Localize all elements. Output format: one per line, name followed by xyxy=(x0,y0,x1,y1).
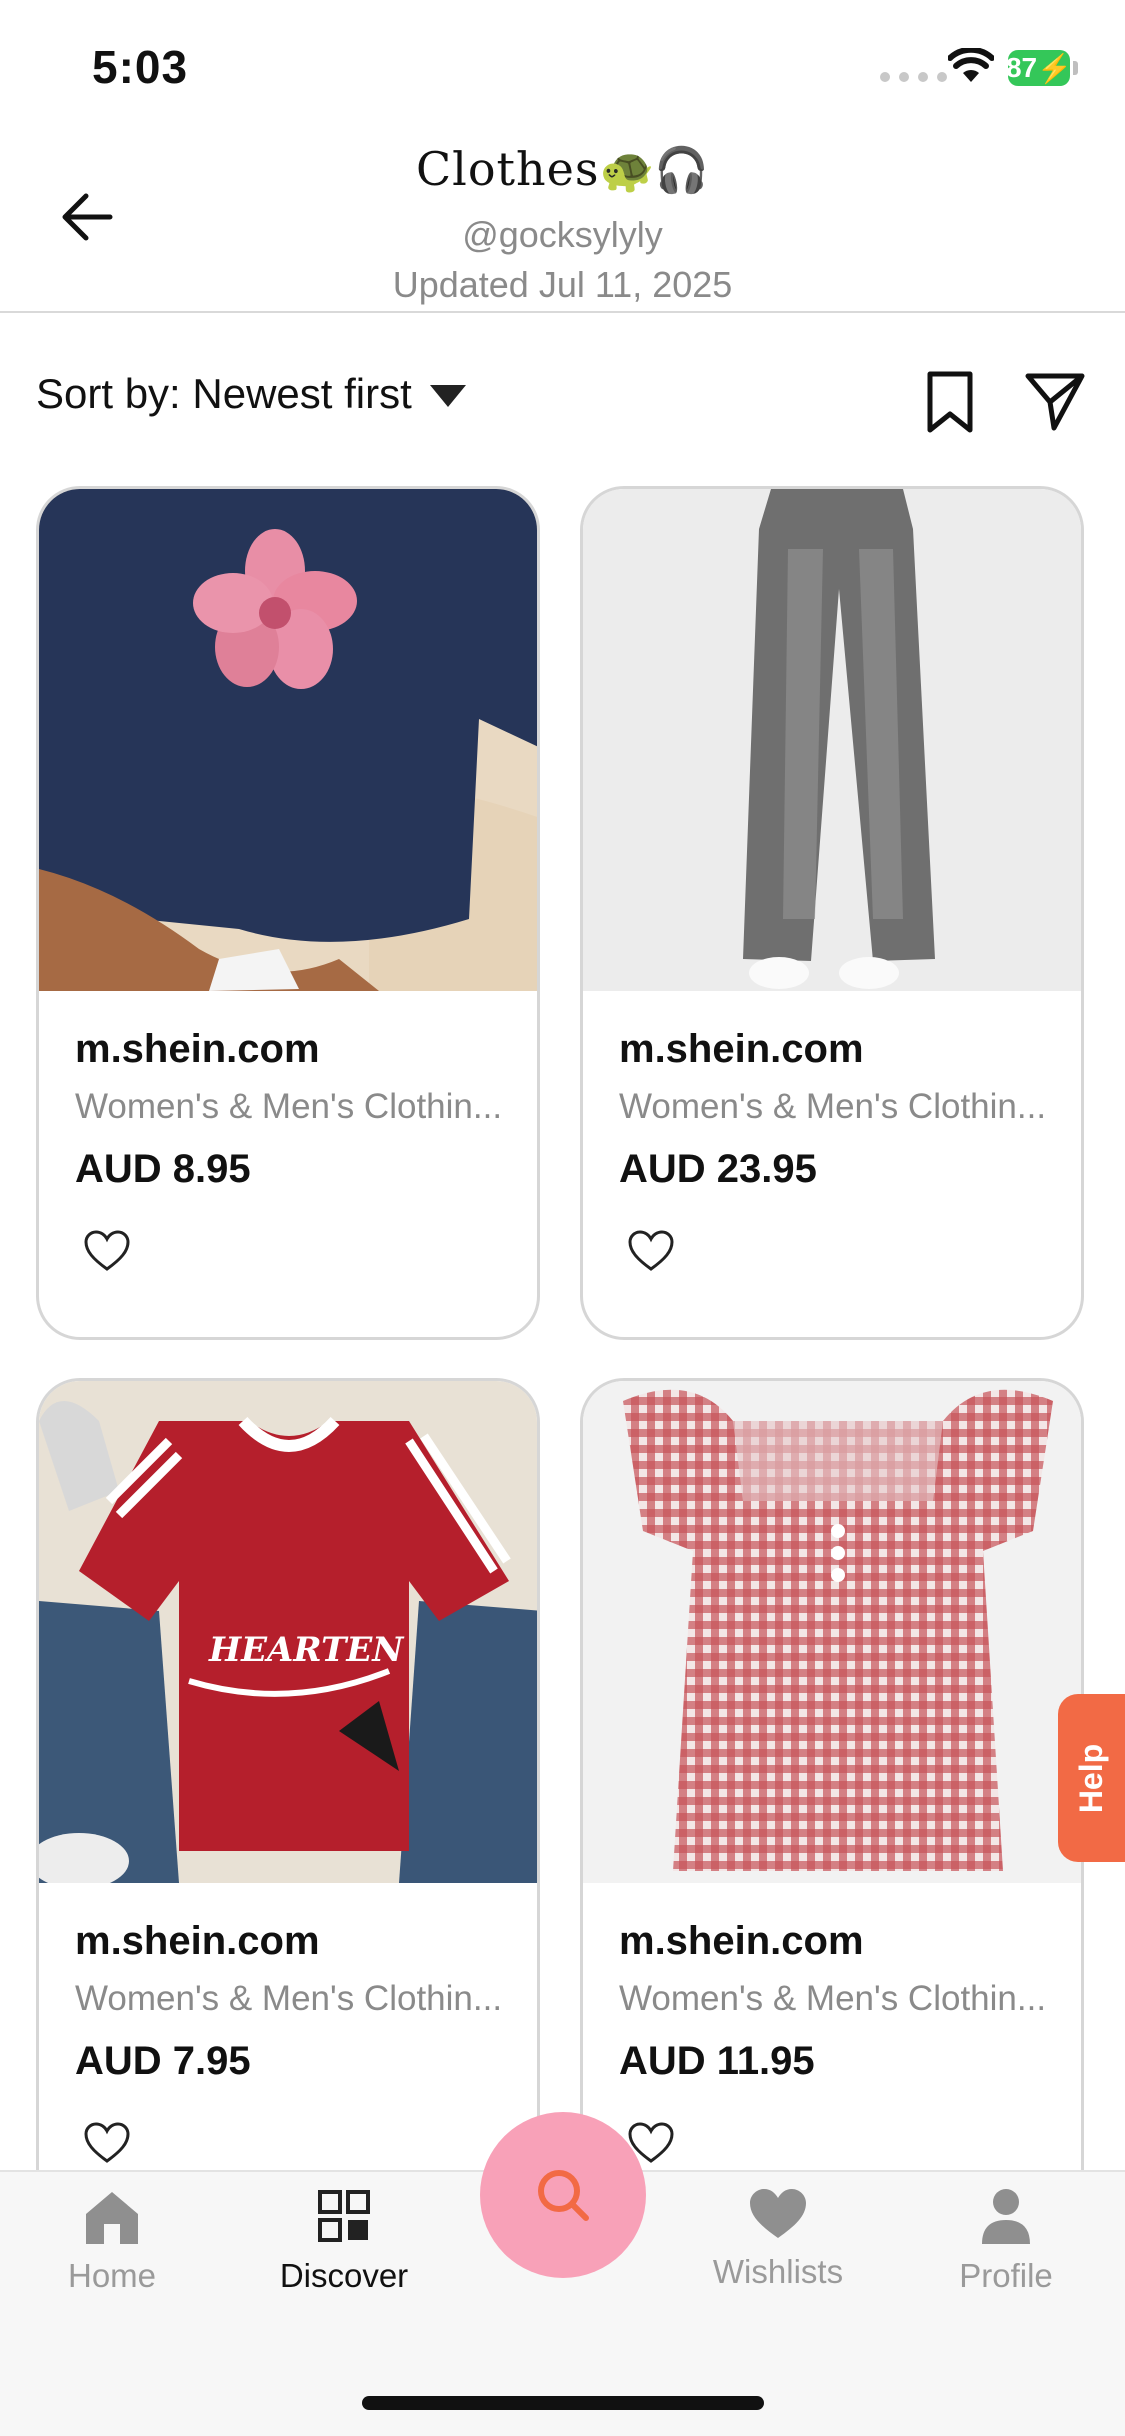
discover-icon xyxy=(318,2190,370,2242)
nav-discover-label: Discover xyxy=(279,2257,409,2294)
collection-title-text: Clothes xyxy=(415,142,600,196)
product-description: Women's & Men's Clothin... xyxy=(619,1979,1047,2018)
product-image[interactable] xyxy=(583,489,1081,991)
product-price: AUD 7.95 xyxy=(75,2039,251,2083)
updated-date: Updated Jul 11, 2025 xyxy=(392,264,733,305)
wifi-icon xyxy=(948,48,994,82)
owner-handle[interactable]: @gocksylyly xyxy=(0,214,1125,256)
product-price: AUD 8.95 xyxy=(75,1147,251,1191)
product-price: AUD 23.95 xyxy=(619,1147,817,1191)
bookmark-icon[interactable] xyxy=(922,370,978,434)
help-tab[interactable]: Help xyxy=(1058,1694,1125,1862)
product-domain: m.shein.com xyxy=(619,1919,864,1963)
battery-level: 87 xyxy=(1005,52,1038,83)
product-card[interactable]: m.shein.com Women's & Men's Clothin... A… xyxy=(580,486,1084,1340)
help-label: Help xyxy=(1073,1743,1109,1813)
nav-home-label: Home xyxy=(67,2257,157,2294)
product-domain: m.shein.com xyxy=(75,1027,320,1071)
product-description: Women's & Men's Clothin... xyxy=(75,1087,503,1126)
product-price: AUD 11.95 xyxy=(619,2039,815,2083)
title-emoji: 🐢🎧 xyxy=(599,146,710,195)
product-image[interactable]: HEARTEN xyxy=(39,1381,537,1883)
product-domain: m.shein.com xyxy=(619,1027,864,1071)
product-image[interactable] xyxy=(583,1381,1081,1883)
nav-wishlists[interactable]: Wishlists xyxy=(678,2186,878,2291)
product-card[interactable]: m.shein.com Women's & Men's Clothin... A… xyxy=(36,486,540,1340)
home-indicator xyxy=(362,2396,764,2410)
share-send-icon[interactable] xyxy=(1024,370,1086,432)
nav-profile[interactable]: Profile xyxy=(906,2186,1106,2295)
nav-wishlists-label: Wishlists xyxy=(712,2253,844,2290)
caret-down-icon xyxy=(429,385,466,407)
battery-tip xyxy=(1073,61,1078,75)
status-time: 5:03 xyxy=(92,41,189,93)
battery-icon: 87 ⚡ xyxy=(1005,50,1072,86)
product-card[interactable]: HEARTEN m.shein.com Women's & Men's Clot… xyxy=(36,1378,540,2238)
heart-icon xyxy=(750,2189,806,2238)
product-image[interactable] xyxy=(39,489,537,991)
svg-text:HEARTEN: HEARTEN xyxy=(208,1630,405,1670)
sort-dropdown[interactable]: Sort by: Newest first xyxy=(36,370,466,418)
signal-dots-icon xyxy=(880,72,947,82)
search-fab[interactable] xyxy=(480,2112,646,2278)
nav-profile-label: Profile xyxy=(959,2257,1053,2294)
home-icon xyxy=(86,2192,138,2244)
product-description: Women's & Men's Clothin... xyxy=(75,1979,503,2018)
product-card[interactable]: m.shein.com Women's & Men's Clothin... A… xyxy=(580,1378,1084,2238)
wishlist-heart-icon[interactable] xyxy=(627,1229,675,1273)
header-divider xyxy=(0,311,1125,313)
profile-icon xyxy=(982,2189,1030,2244)
wishlist-heart-icon[interactable] xyxy=(83,2121,131,2165)
search-icon xyxy=(538,2170,589,2221)
nav-home[interactable]: Home xyxy=(12,2186,212,2295)
product-description: Women's & Men's Clothin... xyxy=(619,1087,1047,1126)
product-domain: m.shein.com xyxy=(75,1919,320,1963)
sort-label: Sort by: Newest first xyxy=(36,370,412,417)
nav-discover[interactable]: Discover xyxy=(244,2186,444,2295)
collection-title: Clothes🐢🎧 xyxy=(0,142,1125,196)
wishlist-heart-icon[interactable] xyxy=(83,1229,131,1273)
